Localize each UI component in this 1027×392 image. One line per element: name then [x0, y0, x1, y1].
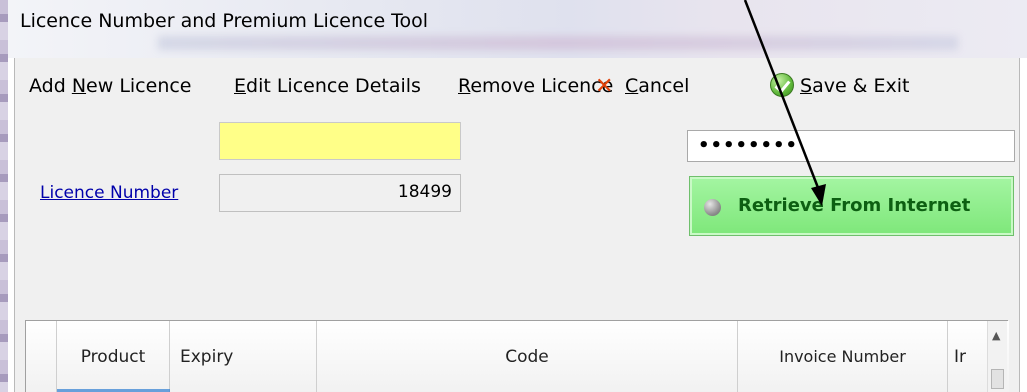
- column-header-truncated[interactable]: Ir: [948, 321, 988, 392]
- remove-mnemonic: R: [458, 75, 471, 97]
- licence-number-link[interactable]: Licence Number: [40, 183, 178, 203]
- save-mnemonic: S: [800, 75, 813, 97]
- content-panel: Add New Licence Edit Licence Details Rem…: [14, 58, 1020, 392]
- edit-suffix: dit Licence Details: [246, 75, 421, 97]
- grid-header: Product Expiry Code Invoice Number Ir: [26, 321, 1009, 392]
- retrieve-button-label: Retrieve From Internet: [738, 195, 971, 216]
- highlighted-input-field[interactable]: [219, 122, 461, 160]
- check-circle-icon[interactable]: [770, 73, 794, 97]
- scrollbar-thumb[interactable]: [991, 369, 1004, 389]
- add-new-mnemonic: N: [71, 75, 87, 97]
- add-new-suffix: ew Licence: [86, 75, 192, 97]
- edit-mnemonic: E: [234, 75, 247, 97]
- password-field[interactable]: ••••••••: [687, 130, 1015, 162]
- row-header-cell[interactable]: [26, 321, 57, 392]
- licence-grid[interactable]: Product Expiry Code Invoice Number Ir ▲: [25, 320, 1009, 392]
- column-header-invoice-number[interactable]: Invoice Number: [738, 321, 948, 392]
- vertical-scrollbar[interactable]: ▲: [987, 321, 1007, 392]
- window-title: Licence Number and Premium Licence Tool: [20, 10, 429, 32]
- cancel-suffix: ancel: [638, 75, 690, 97]
- add-new-prefix: Add: [29, 75, 72, 97]
- licence-tool-window: Licence Number and Premium Licence Tool …: [0, 0, 1027, 392]
- edit-licence-details-button[interactable]: Edit Licence Details: [234, 75, 421, 97]
- save-suffix: ave & Exit: [812, 75, 910, 97]
- licence-number-field: 18499: [219, 174, 461, 212]
- column-header-code[interactable]: Code: [317, 321, 738, 392]
- scroll-up-arrow-icon[interactable]: ▲: [992, 329, 1000, 342]
- add-new-licence-button[interactable]: Add New Licence: [29, 75, 192, 97]
- status-light-icon: [704, 199, 721, 216]
- retrieve-from-internet-button[interactable]: Retrieve From Internet: [689, 176, 1014, 236]
- save-and-exit-button[interactable]: Save & Exit: [800, 75, 910, 97]
- remove-suffix: emove Licence: [470, 75, 614, 97]
- title-bar[interactable]: Licence Number and Premium Licence Tool: [8, 0, 1027, 58]
- column-header-product[interactable]: Product: [57, 321, 170, 392]
- background-window-edge: [0, 0, 8, 392]
- toolbar: Add New Licence Edit Licence Details Rem…: [15, 58, 1019, 112]
- close-x-icon[interactable]: ✕: [595, 74, 613, 99]
- cancel-button[interactable]: Cancel: [625, 75, 689, 97]
- cancel-mnemonic: C: [625, 75, 639, 97]
- remove-licence-button[interactable]: Remove Licence: [458, 75, 613, 97]
- column-header-expiry[interactable]: Expiry: [170, 321, 317, 392]
